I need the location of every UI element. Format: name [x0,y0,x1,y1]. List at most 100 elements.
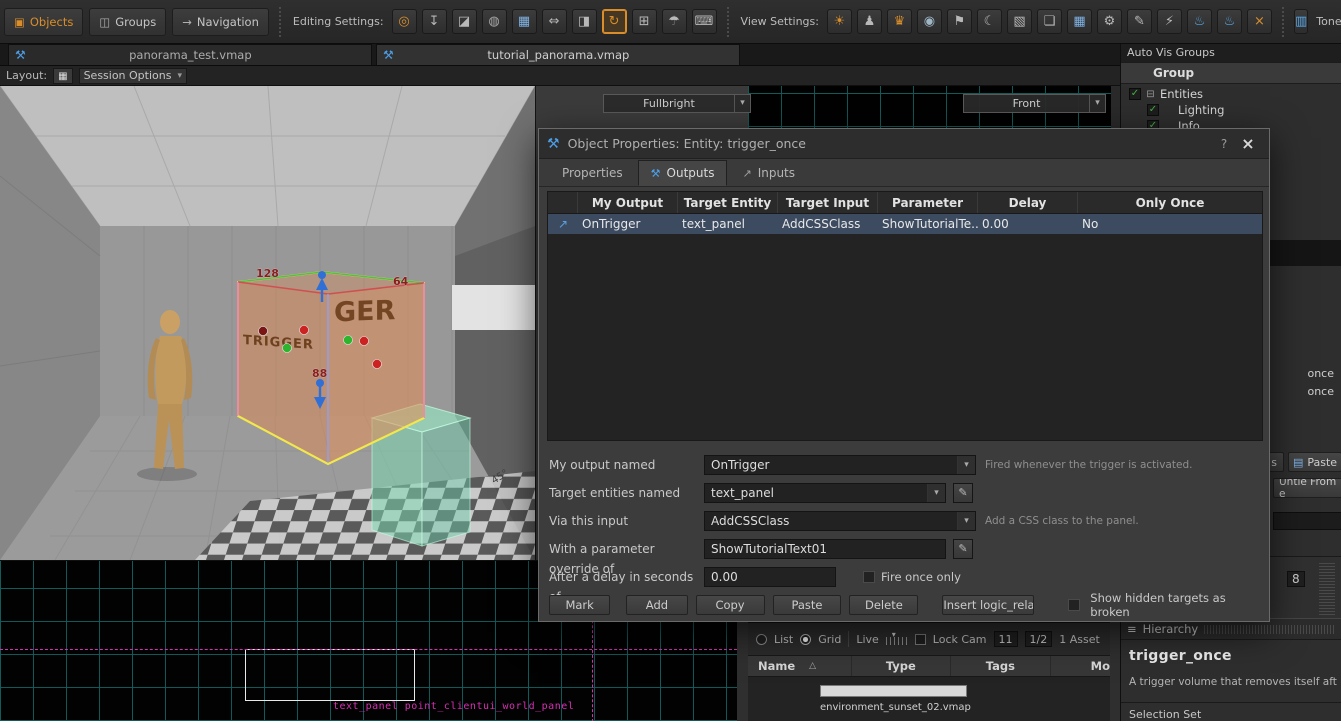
clipboard-icon: ▤ [1292,455,1304,469]
gamepad-icon[interactable]: ⌨ [691,9,717,34]
measure-icon[interactable]: ✎ [1126,9,1152,34]
water-icon[interactable]: ◉ [916,9,942,34]
column-header-delay[interactable]: Delay [978,192,1078,213]
snap-mode-icon[interactable]: ◎ [391,9,417,34]
session-options-dropdown[interactable]: Session Options ▾ [78,67,188,84]
foliage-tool-icon[interactable]: ☂ [661,9,687,34]
view-settings-icons: ☀ ♟ ♛ ◉ ⚑ ☾ ▧ ❏ ▦ ⚙ ✎ ⚡ ♨ ♨ × [826,9,1272,34]
vis-group-lighting[interactable]: ✓ Lighting [1121,102,1341,118]
clip-brushes-icon[interactable]: ▧ [1006,9,1032,34]
tab-inputs[interactable]: ↗ Inputs [729,160,808,186]
copy-button[interactable]: Copy [695,595,765,615]
effects-icon[interactable]: ♨ [1216,9,1242,34]
vis-group-checkbox[interactable]: ✓ [1129,88,1141,100]
insert-logic-relay-button[interactable]: Insert logic_relay [942,595,1035,615]
fullbright-dropdown[interactable]: Fullbright ▾ [603,94,751,113]
mark-button[interactable]: Mark [549,595,611,615]
cards-icon[interactable]: ❏ [1036,9,1062,34]
tab-outputs[interactable]: ⚒ Outputs [637,160,728,186]
delay-input[interactable] [704,567,836,587]
column-header-type[interactable]: Type [852,656,952,676]
select-components-icon[interactable]: ◨ [571,9,597,34]
lock-cam-checkbox[interactable] [914,633,926,645]
asset-name: environment_sunset_02.vmap [820,702,971,713]
select-objects-icon[interactable]: ⇔ [541,9,567,34]
my-output-dropdown[interactable]: OnTrigger ▾ [704,455,976,475]
parameter-input[interactable] [704,539,946,559]
move-to-ground-icon[interactable]: ↧ [421,9,447,34]
fire-once-checkbox[interactable] [863,571,875,583]
panel-input-fragment[interactable] [1273,512,1341,530]
link-column-header[interactable] [548,192,578,213]
vis-groups-column-header[interactable]: Group [1121,62,1341,84]
parameter-picker-button[interactable]: ✎ [953,539,973,559]
paste-button[interactable]: Paste [772,595,842,615]
help-button[interactable]: ? [1213,137,1235,151]
page-value-box[interactable]: 1/2 [1024,631,1053,647]
via-input-dropdown[interactable]: AddCSSClass ▾ [704,511,976,531]
size-value-box[interactable]: 11 [993,631,1018,647]
column-header-my-output[interactable]: My Output [578,192,678,213]
game-mode-icon[interactable]: ♛ [886,9,912,34]
count-value-box[interactable]: 8 [1287,571,1305,587]
chevron-down-icon[interactable]: ▾ [957,512,975,530]
texture-lock-icon[interactable]: ◪ [451,9,477,34]
close-button[interactable]: × [1235,131,1261,157]
tab-panorama-test[interactable]: ⚒ panorama_test.vmap [8,44,372,65]
column-header-modified[interactable]: Mo [1051,656,1110,676]
entity-selection-label: text_panel point_clientui_world_panel [333,701,575,712]
tile-grid-icon[interactable]: ▦ [1066,9,1092,34]
column-header-target-entity[interactable]: Target Entity [678,192,778,213]
groups-button[interactable]: ◫ Groups [89,7,167,36]
front-view-dropdown[interactable]: Front ▾ [963,94,1106,113]
delete-button[interactable]: Delete [849,595,919,615]
thumbnail-size-slider[interactable]: ▾ [885,630,908,645]
tree-expander-icon[interactable]: ⊟ [1145,89,1156,100]
grid-view-radio[interactable] [800,633,812,645]
layout-grid-button[interactable]: ▦ [53,67,73,84]
column-header-name[interactable]: Name △ [748,656,852,676]
pane-divider[interactable] [1110,622,1120,721]
panel-drag-handle[interactable] [1204,624,1336,634]
monitor-icon[interactable]: ▥ [1293,9,1309,34]
entity-picker-button[interactable]: ✎ [953,483,973,503]
column-header-parameter[interactable]: Parameter [878,192,978,213]
vis-group-entities[interactable]: ✓ ⊟ Entities [1121,86,1341,102]
tonemap-label[interactable]: Tonemap [1316,15,1341,28]
chevron-down-icon[interactable]: ▾ [957,456,975,474]
chevron-down-icon[interactable]: ▾ [927,484,945,502]
entities-visibility-icon[interactable]: ♟ [856,9,882,34]
select-groups-icon[interactable]: ▦ [511,9,537,34]
column-header-tags[interactable]: Tags [951,656,1051,676]
tab-properties[interactable]: Properties [549,160,636,186]
sun-lighting-icon[interactable]: ☀ [826,9,852,34]
paste-special-button[interactable]: ▤ Paste [1288,452,1341,472]
rotation-snap-icon[interactable]: ↻ [601,9,627,34]
skeleton-icon[interactable]: × [1246,9,1272,34]
add-button[interactable]: Add [626,595,688,615]
navigation-button[interactable]: → Navigation [172,7,269,36]
particles-icon[interactable]: ♨ [1186,9,1212,34]
tools-materials-icon[interactable]: ⚙ [1096,9,1122,34]
motion-icon[interactable]: ⚡ [1156,9,1182,34]
show-hidden-checkbox[interactable] [1068,599,1081,611]
dialog-title-bar[interactable]: ⚒ Object Properties: Entity: trigger_onc… [539,129,1269,159]
sphere-tool-icon[interactable]: ◍ [481,9,507,34]
grid-settings-icon[interactable]: ⊞ [631,9,657,34]
viewport-3d[interactable]: 45° TRIGGER GER 128 64 88 [0,85,536,561]
output-row-selected[interactable]: ↗ OnTrigger text_panel AddCSSClass ShowT… [548,214,1262,234]
markers-icon[interactable]: ⚑ [946,9,972,34]
column-header-target-input[interactable]: Target Input [778,192,878,213]
selected-brush-outline[interactable] [245,649,415,701]
column-header-only-once[interactable]: Only Once [1078,192,1262,213]
tab-tutorial-panorama[interactable]: ⚒ tutorial_panorama.vmap [376,44,740,65]
slider-handle-icon[interactable]: ▾ [892,630,896,639]
objects-button[interactable]: ▣ Objects [4,7,84,36]
list-view-radio[interactable] [756,633,767,645]
fog-icon[interactable]: ☾ [976,9,1002,34]
untie-from-entity-button[interactable]: Untie From e [1273,478,1341,498]
live-toggle[interactable]: Live [856,633,878,646]
asset-tile[interactable]: environment_sunset_02.vmap [820,685,971,713]
target-entities-dropdown[interactable]: text_panel ▾ [704,483,946,503]
vis-group-checkbox[interactable]: ✓ [1147,104,1159,116]
